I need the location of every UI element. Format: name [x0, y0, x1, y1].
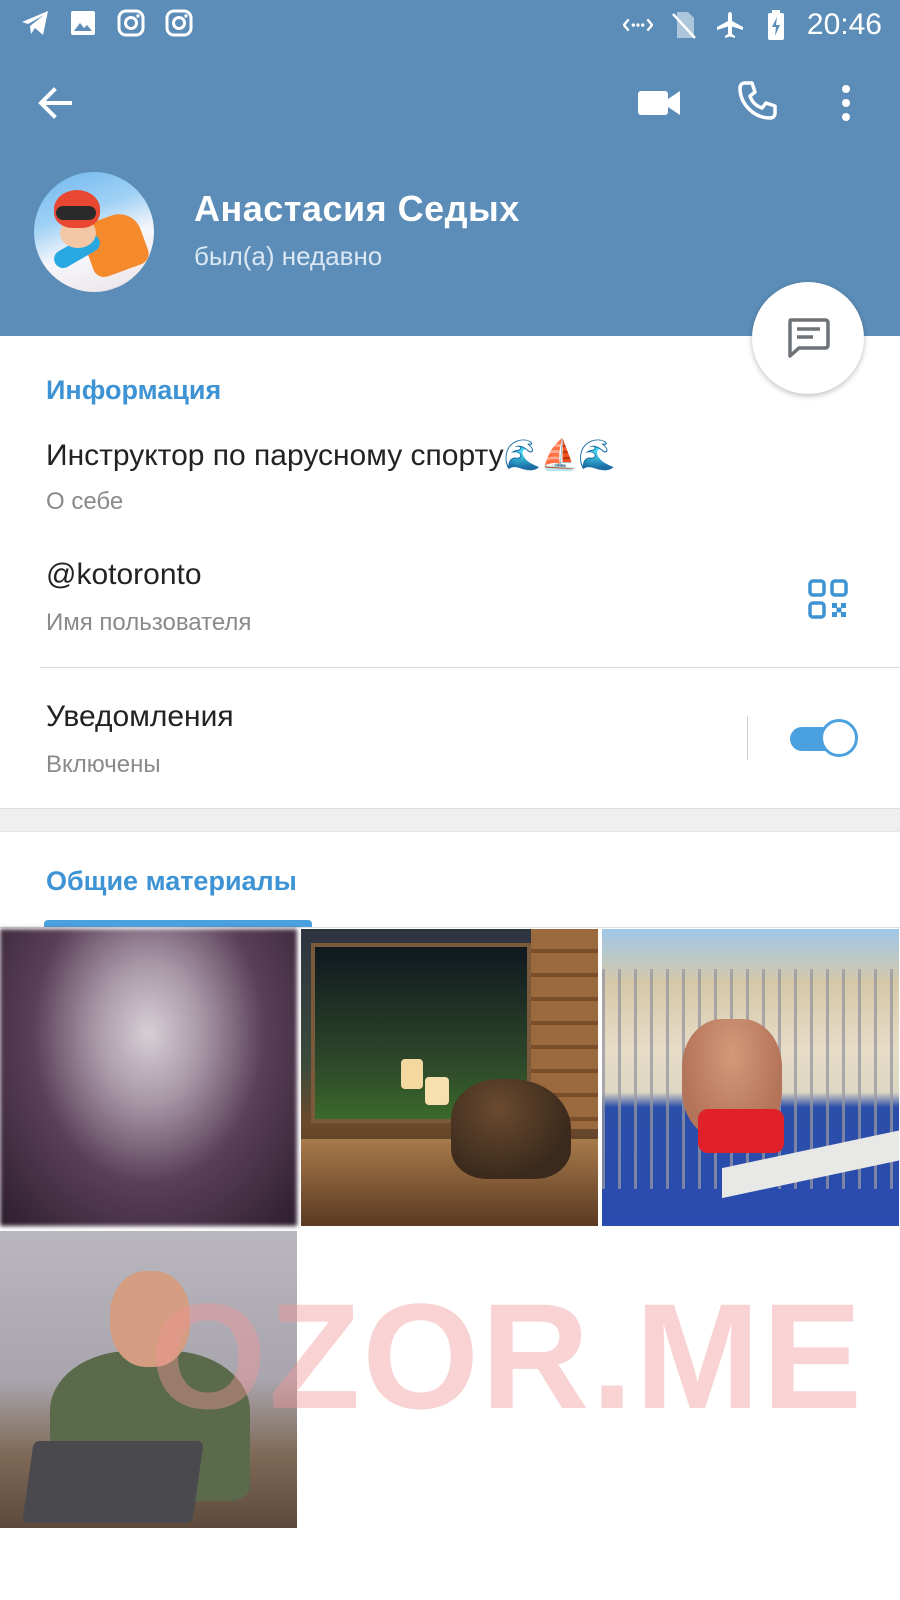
info-section-title: Информация [46, 375, 222, 405]
back-arrow-icon[interactable] [34, 82, 76, 124]
notifications-state: Включены [46, 751, 161, 778]
last-seen-status: был(а) недавно [194, 241, 383, 271]
qr-code-icon[interactable] [808, 579, 848, 619]
more-vert-icon[interactable] [836, 80, 856, 126]
section-separator [0, 808, 900, 832]
media-thumbnail[interactable] [301, 929, 598, 1226]
instagram-icon [164, 8, 194, 38]
toolbar [0, 70, 900, 140]
message-icon [788, 318, 830, 358]
airplane-icon [715, 10, 745, 40]
divider [40, 667, 900, 668]
profile-header: 20:46 Анастасия Седых был(а) недавно [0, 0, 900, 336]
clock: 20:46 [806, 8, 882, 41]
media-thumbnail[interactable] [0, 929, 297, 1226]
data-saver-icon [622, 10, 653, 40]
avatar[interactable] [34, 172, 154, 292]
username-text[interactable]: @kotoronto [46, 558, 202, 592]
send-message-button[interactable] [752, 282, 864, 394]
notifications-toggle[interactable] [790, 718, 858, 758]
video-call-icon[interactable] [636, 82, 682, 124]
media-thumbnail[interactable] [602, 929, 899, 1226]
gallery-icon [68, 8, 98, 38]
watermark: OZOR.ME [150, 1272, 864, 1440]
instagram-icon [116, 8, 146, 38]
telegram-icon [20, 8, 50, 38]
no-sim-icon [669, 10, 699, 40]
username-label: Имя пользователя [46, 609, 252, 636]
profile-name: Анастасия Седых [194, 188, 520, 229]
notifications-title[interactable]: Уведомления [46, 700, 234, 734]
status-bar: 20:46 [0, 0, 900, 50]
phone-icon[interactable] [736, 80, 778, 122]
tab-divider [0, 927, 900, 928]
vertical-divider [747, 716, 748, 760]
bio-label: О себе [46, 488, 124, 515]
battery-charging-icon [761, 10, 791, 40]
bio-text[interactable]: Инструктор по парусному спорту🌊⛵🌊 [46, 438, 616, 473]
tab-shared-media[interactable]: Общие материалы [46, 866, 297, 897]
